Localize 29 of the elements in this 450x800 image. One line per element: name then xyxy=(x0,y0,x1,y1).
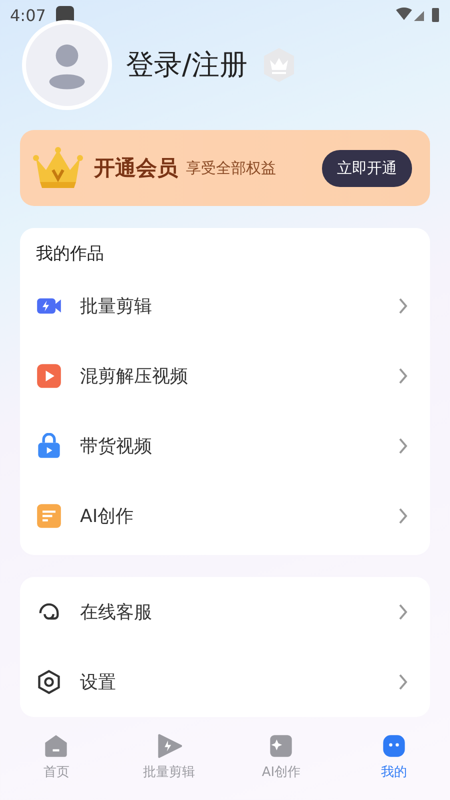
vip-banner[interactable]: 开通会员 享受全部权益 立即开通 xyxy=(20,130,430,206)
face-icon xyxy=(380,733,407,759)
menu-item[interactable]: 在线客服 xyxy=(20,577,430,647)
bag-icon xyxy=(36,433,62,459)
chevron-right-icon xyxy=(398,673,408,691)
login-link[interactable]: 登录/注册 xyxy=(126,46,248,84)
status-icons xyxy=(396,7,440,23)
open-vip-button[interactable]: 立即开通 xyxy=(322,150,412,186)
sparkle-icon xyxy=(268,733,294,759)
section-title: 我的作品 xyxy=(35,243,105,266)
chevron-right-icon xyxy=(398,297,408,315)
menu-item[interactable]: AI创作 xyxy=(20,481,430,551)
chevron-right-icon xyxy=(398,367,408,385)
vip-title: 开通会员 xyxy=(94,155,178,182)
lightning-play-icon xyxy=(156,733,182,759)
status-time: 4:07 xyxy=(10,6,46,24)
chevron-right-icon xyxy=(398,507,408,525)
menu-item[interactable]: 带货视频 xyxy=(20,411,430,481)
settings-icon xyxy=(36,669,62,695)
menu-item[interactable]: 混剪解压视频 xyxy=(20,341,430,411)
home-icon xyxy=(43,733,70,759)
play-icon xyxy=(36,363,62,389)
menu-item[interactable]: 批量剪辑 xyxy=(20,271,430,341)
chevron-right-icon xyxy=(398,437,408,455)
chevron-right-icon xyxy=(398,603,408,621)
document-icon xyxy=(36,503,62,529)
nav-tab[interactable]: 我的 xyxy=(338,733,450,781)
menu-item[interactable]: 设置 xyxy=(20,647,430,717)
vip-subtitle: 享受全部权益 xyxy=(186,158,276,178)
